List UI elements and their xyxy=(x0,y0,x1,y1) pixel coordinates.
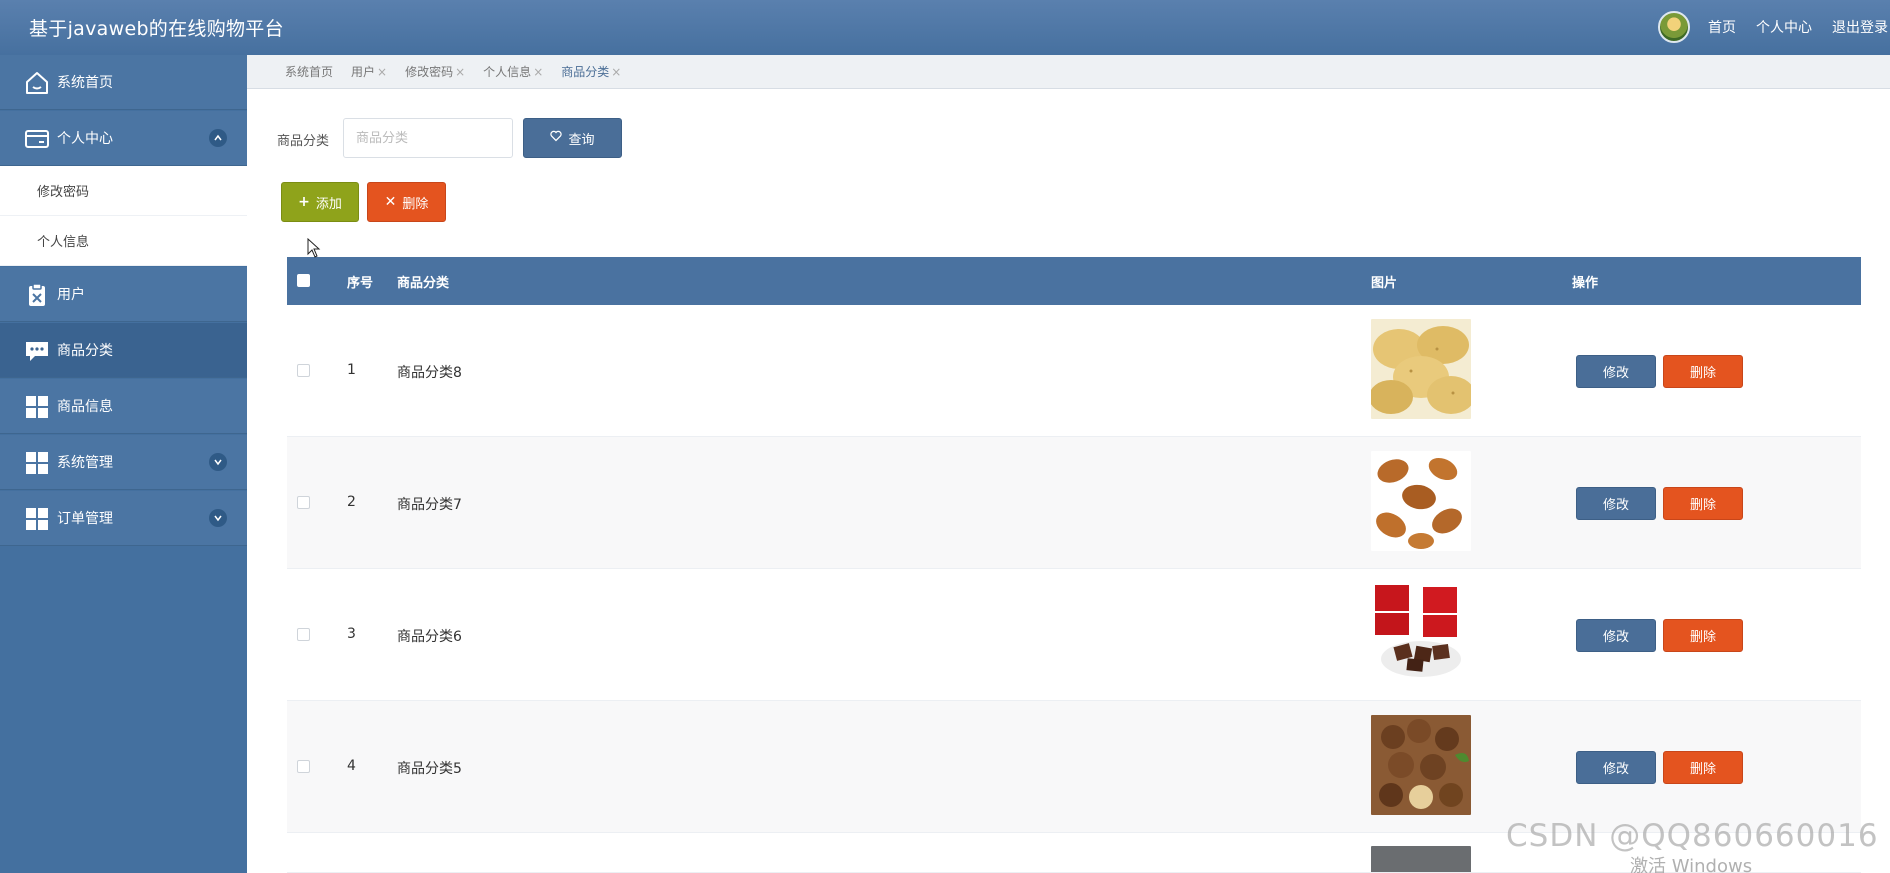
tab-label: 个人信息 xyxy=(483,65,532,79)
delete-button-label: 删除 xyxy=(402,196,429,212)
query-button[interactable]: 查询 xyxy=(523,118,622,158)
activate-windows-overlay: 激活 Windows xyxy=(1630,856,1753,873)
close-icon[interactable]: × xyxy=(611,65,621,79)
row-delete-button[interactable]: 删除 xyxy=(1663,355,1743,388)
sidebar-item-label: 系统首页 xyxy=(57,75,113,91)
tab-system-home[interactable]: 系统首页 xyxy=(285,63,333,80)
grid-icon xyxy=(24,394,50,420)
table-row: 1 商品分类8 修改 删除 xyxy=(287,305,1861,437)
row-category: 商品分类8 xyxy=(397,365,462,381)
sidebar-item-label: 用户 xyxy=(57,287,85,303)
header-nav: 首页 个人中心 退出登录 xyxy=(1658,11,1890,43)
tab-bar: 系统首页 用户 × 修改密码 × 个人信息 × 商品分类 × xyxy=(247,55,1890,89)
table-row: 4 商品分类5 修改 删除 xyxy=(287,701,1861,833)
card-icon xyxy=(24,126,50,152)
profile-center-link[interactable]: 个人中心 xyxy=(1756,17,1812,37)
grid-icon xyxy=(24,450,50,476)
table-row: 3 商品分类6 修改 删除 xyxy=(287,569,1861,701)
logout-link[interactable]: 退出登录 xyxy=(1832,17,1888,37)
sidebar-item-label: 商品信息 xyxy=(57,399,113,415)
edit-button[interactable]: 修改 xyxy=(1576,487,1656,520)
category-table: 序号 商品分类 图片 操作 1 商品分类8 修改 删除 2 商品分类7 修改 删… xyxy=(287,257,1861,873)
edit-button[interactable]: 修改 xyxy=(1576,355,1656,388)
column-header-index: 序号 xyxy=(347,276,374,291)
user-avatar[interactable] xyxy=(1658,11,1690,43)
csdn-watermark: CSDN @QQ860660016 xyxy=(1506,818,1879,854)
top-header: 基于javaweb的在线购物平台 首页 个人中心 退出登录 xyxy=(0,0,1890,55)
tab-users[interactable]: 用户 × xyxy=(351,63,387,80)
tab-label: 系统首页 xyxy=(285,65,334,79)
row-delete-button[interactable]: 删除 xyxy=(1663,751,1743,784)
sidebar-item-label: 个人中心 xyxy=(57,131,113,147)
plus-icon: + xyxy=(298,194,310,210)
chevron-down-icon[interactable] xyxy=(209,453,227,471)
row-category: 商品分类6 xyxy=(397,629,462,645)
product-image-fried-chicken xyxy=(1371,451,1471,551)
home-icon xyxy=(24,70,50,96)
row-checkbox[interactable] xyxy=(297,628,310,641)
column-header-image: 图片 xyxy=(1371,276,1398,291)
grid-icon xyxy=(24,506,50,532)
row-delete-button[interactable]: 删除 xyxy=(1663,487,1743,520)
table-row: 2 商品分类7 修改 删除 xyxy=(287,437,1861,569)
clipboard-icon xyxy=(24,282,50,308)
column-header-actions: 操作 xyxy=(1572,276,1599,291)
sidebar-item-product-info[interactable]: 商品信息 xyxy=(0,379,247,434)
sidebar-item-label: 商品分类 xyxy=(57,343,113,359)
column-header-category: 商品分类 xyxy=(397,276,450,291)
sidebar-item-system-home[interactable]: 系统首页 xyxy=(0,55,247,110)
sidebar-item-order-management[interactable]: 订单管理 xyxy=(0,491,247,546)
tab-personal-info[interactable]: 个人信息 × xyxy=(483,63,543,80)
product-image xyxy=(1371,846,1471,872)
sidebar-item-product-category[interactable]: 商品分类 xyxy=(0,323,247,378)
tab-change-password[interactable]: 修改密码 × xyxy=(405,63,465,80)
close-icon[interactable]: × xyxy=(377,65,387,79)
product-image-potatoes xyxy=(1371,319,1471,419)
row-category: 商品分类7 xyxy=(397,497,462,513)
product-image-nuts xyxy=(1371,715,1471,815)
tab-label: 用户 xyxy=(351,65,376,79)
mouse-cursor-icon xyxy=(307,238,321,258)
edit-button[interactable]: 修改 xyxy=(1576,619,1656,652)
add-button[interactable]: + 添加 xyxy=(281,182,359,222)
row-index: 4 xyxy=(347,758,356,774)
table-header: 序号 商品分类 图片 操作 xyxy=(287,257,1861,305)
chevron-down-icon[interactable] xyxy=(209,509,227,527)
row-delete-button[interactable]: 删除 xyxy=(1663,619,1743,652)
app-title: 基于javaweb的在线购物平台 xyxy=(29,18,284,40)
row-checkbox[interactable] xyxy=(297,364,310,377)
tab-label: 商品分类 xyxy=(561,65,610,79)
tab-label: 修改密码 xyxy=(405,65,454,79)
row-index: 3 xyxy=(347,626,356,642)
category-search-input[interactable] xyxy=(343,118,513,158)
sidebar-subitem-change-password[interactable]: 修改密码 xyxy=(0,166,247,216)
tab-product-category[interactable]: 商品分类 × xyxy=(561,63,621,80)
row-category: 商品分类5 xyxy=(397,761,462,777)
close-icon[interactable]: × xyxy=(533,65,543,79)
sidebar-item-label: 系统管理 xyxy=(57,455,113,471)
row-index: 1 xyxy=(347,362,356,378)
heart-icon xyxy=(550,130,563,146)
select-all-checkbox[interactable] xyxy=(297,274,310,287)
close-icon: ✕ xyxy=(384,194,397,210)
close-icon[interactable]: × xyxy=(455,65,465,79)
edit-button[interactable]: 修改 xyxy=(1576,751,1656,784)
chat-icon xyxy=(24,338,50,364)
product-image-chocolate xyxy=(1371,583,1471,683)
add-button-label: 添加 xyxy=(315,196,342,212)
sidebar-item-personal-center[interactable]: 个人中心 xyxy=(0,111,247,166)
row-checkbox[interactable] xyxy=(297,496,310,509)
search-label: 商品分类 xyxy=(277,134,330,149)
sidebar-item-label: 订单管理 xyxy=(57,511,113,527)
row-checkbox[interactable] xyxy=(297,760,310,773)
sidebar-item-system-management[interactable]: 系统管理 xyxy=(0,435,247,490)
sidebar-subitem-personal-info[interactable]: 个人信息 xyxy=(0,216,247,266)
sidebar: 系统首页 个人中心 修改密码 个人信息 用户 商品分类 商品信息 系统管理 订单… xyxy=(0,55,247,873)
home-link[interactable]: 首页 xyxy=(1708,17,1736,37)
row-index: 2 xyxy=(347,494,356,510)
chevron-up-icon[interactable] xyxy=(209,129,227,147)
query-button-label: 查询 xyxy=(568,132,595,148)
batch-delete-button[interactable]: ✕ 删除 xyxy=(367,182,446,222)
sidebar-item-users[interactable]: 用户 xyxy=(0,267,247,322)
